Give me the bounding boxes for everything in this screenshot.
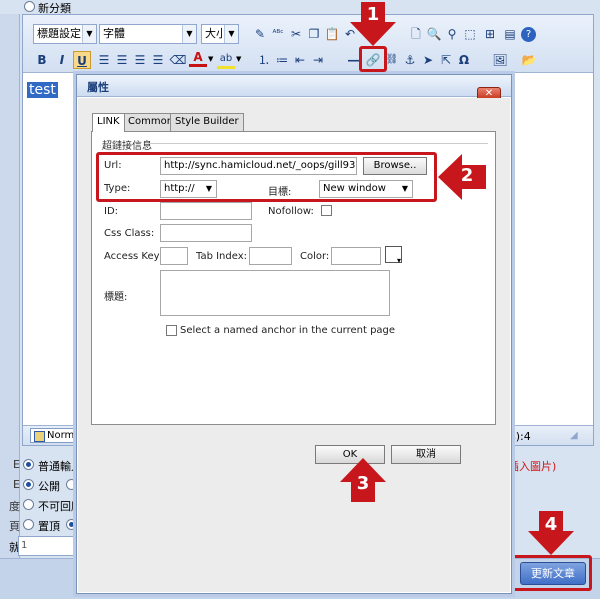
format-brush-icon[interactable]: ✎ <box>251 25 269 43</box>
table-icon[interactable]: ⊞ <box>481 25 499 43</box>
paste-icon[interactable]: 📋 <box>323 25 341 43</box>
copy-icon[interactable]: ❐ <box>305 25 323 43</box>
bold-button[interactable]: B <box>33 51 51 69</box>
align-left-icon[interactable]: ☰ <box>95 51 113 69</box>
new-page-icon[interactable]: 🗋 <box>407 25 425 43</box>
align-center-icon[interactable]: ☰ <box>113 51 131 69</box>
color-label: Color: <box>300 251 330 262</box>
top-strip: 新分類 <box>0 0 600 15</box>
option-side-label: E <box>13 458 20 471</box>
named-anchor-label: Select a named anchor in the current pag… <box>180 325 396 336</box>
anchor-icon[interactable]: ⚓ <box>401 51 419 69</box>
font-select[interactable]: 字體 ▼ <box>99 24 197 44</box>
option-side-label: E <box>13 478 20 491</box>
access-key-label: Access Key: <box>104 251 163 262</box>
tab-index-label: Tab Index: <box>196 251 248 262</box>
indent-icon[interactable]: ⇥ <box>309 51 327 69</box>
outdent-icon[interactable]: ⇤ <box>291 51 309 69</box>
named-anchor-checkbox[interactable] <box>166 325 177 336</box>
chevron-down-icon: ▼ <box>182 25 196 43</box>
cursor-icon[interactable]: ⇱ <box>437 51 455 69</box>
nofollow-label: Nofollow: <box>268 206 314 217</box>
no-reply-radio[interactable] <box>23 499 34 510</box>
preview-icon[interactable]: 🔍 <box>425 25 443 43</box>
highlight-icon[interactable]: ab <box>217 51 235 69</box>
section-title: 超鏈接信息 <box>102 141 152 152</box>
color-picker-button[interactable] <box>385 246 402 265</box>
underline-button[interactable]: U <box>73 51 91 69</box>
cut-icon[interactable]: ✂ <box>287 25 305 43</box>
editor-toolbar: 標題設定 ▼ 字體 ▼ 大小 ▼ ✎ ᴬᴮᶜ ✂ ❐ 📋 ↶ 🗋 🔍 ⚲ ⬚ ⊞ ▤ … <box>23 15 593 73</box>
access-key-input[interactable] <box>160 247 188 265</box>
insert-image-link[interactable]: 插入圖片) <box>508 458 556 474</box>
id-input[interactable] <box>160 202 252 220</box>
option-side-label: 就 <box>9 541 20 554</box>
tab-link[interactable]: LINK <box>92 113 125 132</box>
public-label: 公開 <box>38 480 60 493</box>
title-textarea[interactable] <box>160 270 390 316</box>
align-right-icon[interactable]: ☰ <box>131 51 149 69</box>
pin-top-radio[interactable] <box>23 519 34 530</box>
id-label: ID: <box>104 206 119 217</box>
word-count: s):4 <box>510 430 531 443</box>
title-label: 標題: <box>104 292 128 303</box>
format-select-value: 標題設定 <box>37 27 81 40</box>
input-mode-radio[interactable] <box>23 459 34 470</box>
format-select[interactable]: 標題設定 ▼ <box>33 24 97 44</box>
chevron-down-icon: ▼ <box>224 25 238 43</box>
link-icon-highlight <box>359 46 387 72</box>
italic-button[interactable]: I <box>53 51 71 69</box>
open-folder-icon[interactable]: 📂 <box>520 51 538 69</box>
option-side-label: 頁 <box>9 520 20 533</box>
css-class-input[interactable] <box>160 224 252 242</box>
find-icon[interactable]: ⚲ <box>443 25 461 43</box>
chevron-down-icon[interactable]: ▼ <box>236 55 241 63</box>
bullet-list-icon[interactable]: ≔ <box>273 51 291 69</box>
dialog-titlebar: 屬性 <box>77 75 511 97</box>
font-color-button[interactable]: A <box>189 49 207 67</box>
public-radio[interactable] <box>23 479 34 490</box>
option-side-label: 度 <box>9 500 20 513</box>
url-type-highlight <box>96 152 437 202</box>
nofollow-checkbox[interactable] <box>321 205 332 216</box>
form-icon[interactable]: ▤ <box>501 25 519 43</box>
pin-top-label: 置頂 <box>38 520 60 533</box>
ordered-list-icon[interactable]: ⒈ <box>255 51 273 69</box>
step1-label: 1 <box>366 4 380 25</box>
special-char-button[interactable]: Ω <box>455 51 473 69</box>
insert-image-icon[interactable]: 🖼 <box>491 51 509 69</box>
chevron-down-icon[interactable]: ▼ <box>208 55 213 63</box>
order-input[interactable]: 1 <box>18 536 80 556</box>
help-icon[interactable]: ? <box>521 27 536 42</box>
justify-icon[interactable]: ☰ <box>149 51 167 69</box>
font-select-value: 字體 <box>103 27 125 40</box>
select-all-icon[interactable]: ⬚ <box>461 25 479 43</box>
new-category-radio[interactable] <box>24 1 35 12</box>
dialog-title: 屬性 <box>87 81 109 94</box>
step2-label: 2 <box>460 165 474 186</box>
resize-grip-icon[interactable]: ◢ <box>570 430 578 441</box>
tab-style-builder[interactable]: Style Builder <box>170 113 244 131</box>
update-article-button[interactable]: 更新文章 <box>520 562 586 585</box>
cancel-button[interactable]: 取消 <box>391 445 461 464</box>
color-input[interactable] <box>331 247 381 265</box>
selected-text[interactable]: test <box>27 82 58 98</box>
eraser-icon[interactable]: ⌫ <box>169 51 187 69</box>
chevron-down-icon: ▼ <box>82 25 96 43</box>
tab-index-input[interactable] <box>249 247 292 265</box>
size-select[interactable]: 大小 ▼ <box>201 24 239 44</box>
section-divider <box>148 143 488 144</box>
step3-label: 3 <box>356 473 370 494</box>
pointer-icon[interactable]: ➤ <box>419 51 437 69</box>
spellcheck-icon[interactable]: ᴬᴮᶜ <box>269 25 287 43</box>
step4-label: 4 <box>544 514 558 535</box>
css-class-label: Css Class: <box>104 228 155 239</box>
